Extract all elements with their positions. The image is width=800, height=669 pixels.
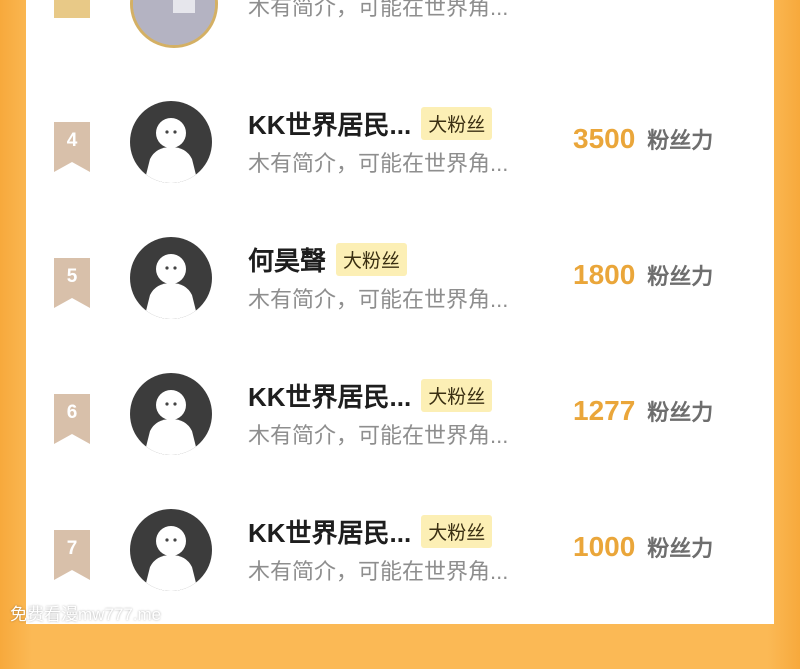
fan-level-badge: 大粉丝 xyxy=(336,242,408,276)
user-bio: 木有简介，可能在世界角... xyxy=(248,151,509,176)
fan-power-value: 1800 xyxy=(573,259,636,290)
fan-power-label: 粉丝力 xyxy=(647,128,714,153)
user-bio: 木有简介，可能在世界角... xyxy=(248,423,509,448)
watermark: 免费看漫mw777.me xyxy=(10,605,162,624)
rank-ribbon-icon xyxy=(54,0,90,18)
fan-power: 1000 粉丝力 xyxy=(573,531,713,563)
fan-level-badge: 大粉丝 xyxy=(421,378,493,412)
user-name[interactable]: 何昊聲 xyxy=(248,241,326,278)
fan-level-badge: 大粉丝 xyxy=(421,106,493,140)
fan-power-value: 1277 xyxy=(573,395,636,426)
rank-number: 5 xyxy=(66,266,78,287)
user-bio: 木有简介，可能在世界角... xyxy=(248,559,509,584)
fans-ranking-card: 木有简介，可能在世界角... 4 KK世界居民... 大粉丝 木有简介，可能在世… xyxy=(26,0,774,624)
rank-number: 7 xyxy=(66,538,78,559)
rank-number: 6 xyxy=(66,402,78,423)
user-bio: 木有简介，可能在世界角... xyxy=(248,0,509,20)
rank-number: 4 xyxy=(66,130,78,151)
fan-power-value: 3500 xyxy=(573,123,636,154)
avatar[interactable] xyxy=(130,0,218,48)
avatar[interactable] xyxy=(130,101,212,183)
user-bio: 木有简介，可能在世界角... xyxy=(248,287,509,312)
rank-ribbon-icon: 7 xyxy=(54,530,90,580)
rank-ribbon-icon: 5 xyxy=(54,258,90,308)
user-name[interactable]: KK世界居民... xyxy=(248,105,411,142)
name-line: KK世界居民... 大粉丝 xyxy=(248,513,493,550)
fan-power-value: 1000 xyxy=(573,531,636,562)
name-line: KK世界居民... 大粉丝 xyxy=(248,105,493,142)
name-line: KK世界居民... 大粉丝 xyxy=(248,377,493,414)
avatar[interactable] xyxy=(130,373,212,455)
avatar[interactable] xyxy=(130,237,212,319)
user-name[interactable]: KK世界居民... xyxy=(248,513,411,550)
fan-power-label: 粉丝力 xyxy=(647,536,714,561)
fan-power-label: 粉丝力 xyxy=(647,400,714,425)
avatar[interactable] xyxy=(130,509,212,591)
fan-power: 3500 粉丝力 xyxy=(573,123,713,155)
fan-power: 1277 粉丝力 xyxy=(573,395,713,427)
fan-power-label: 粉丝力 xyxy=(647,264,714,289)
rank-ribbon-icon: 6 xyxy=(54,394,90,444)
fan-power: 1800 粉丝力 xyxy=(573,259,713,291)
user-name[interactable]: KK世界居民... xyxy=(248,377,411,414)
rank-ribbon-icon: 4 xyxy=(54,122,90,172)
name-line: 何昊聲 大粉丝 xyxy=(248,241,408,278)
fan-level-badge: 大粉丝 xyxy=(421,514,493,548)
